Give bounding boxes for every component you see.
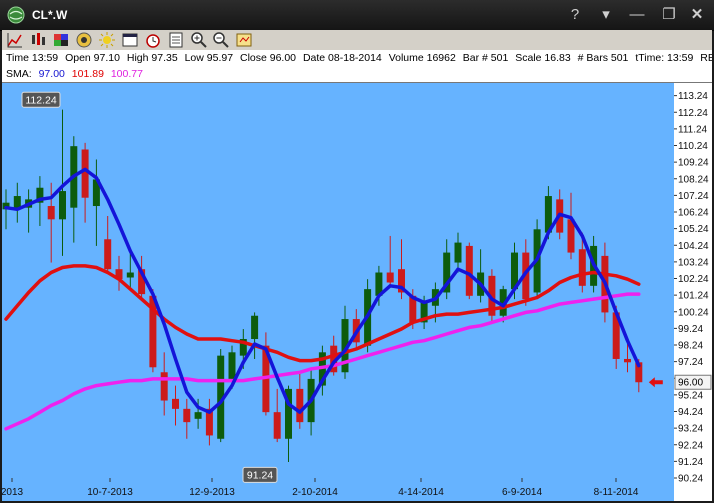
candle-body <box>126 272 134 278</box>
ohlc-info-bar: Time 13:59 Open 97.10 High 97.35 Low 95.… <box>2 50 712 67</box>
x-tick-label: 2013 <box>2 487 24 498</box>
color-palette-icon[interactable] <box>52 31 70 49</box>
low-price-label: 91.24 <box>247 469 273 481</box>
indicator-icon[interactable] <box>29 31 47 49</box>
y-tick-label: 97.24 <box>678 357 703 368</box>
window-icon[interactable] <box>121 31 139 49</box>
scale-readout: Scale 16.83 <box>515 52 571 64</box>
candle-body <box>296 388 304 423</box>
candle-body <box>624 358 631 363</box>
sun-icon[interactable] <box>98 31 116 49</box>
y-tick-label: 107.24 <box>678 191 709 202</box>
x-tick-label: 10-7-2013 <box>87 487 133 498</box>
y-tick-label: 98.24 <box>678 341 703 352</box>
y-tick-label: 91.24 <box>678 457 703 468</box>
candle-body <box>172 398 179 409</box>
sma-legend-bar: SMA: 97.00 101.89 100.77 <box>2 66 712 83</box>
y-tick-label: 104.24 <box>678 241 709 252</box>
y-tick-label: 106.24 <box>678 208 709 219</box>
minimize-button[interactable]: — <box>627 5 647 25</box>
alarm-clock-icon[interactable] <box>144 31 162 49</box>
globe-app-icon <box>7 6 25 24</box>
low-readout: Low 95.97 <box>184 52 234 64</box>
y-tick-label: 99.24 <box>678 324 703 335</box>
y-tick-label: 109.24 <box>678 158 709 169</box>
y-tick-label: 102.24 <box>678 274 709 285</box>
x-tick-label: 4-14-2014 <box>398 487 444 498</box>
sma-slow-value: 100.77 <box>110 68 143 80</box>
candle-body <box>251 315 259 340</box>
y-tick-label: 92.24 <box>678 440 703 451</box>
candle-body <box>273 412 281 439</box>
y-tick-label: 101.24 <box>678 291 709 302</box>
candle-body <box>386 272 394 283</box>
sma-fast-value: 97.00 <box>38 68 65 80</box>
eye-icon[interactable] <box>75 31 93 49</box>
candle-body <box>578 249 586 286</box>
high-price-label: 112.24 <box>25 94 56 106</box>
volume-readout: Volume 16962 <box>388 52 456 64</box>
candle-body <box>104 239 112 270</box>
price-chart[interactable]: 113.24 112.24 111.24 110.24 109.24 108.24 107.… <box>2 83 712 501</box>
y-tick-label: 94.24 <box>678 407 703 418</box>
close-readout: Close 96.00 <box>239 52 297 64</box>
candle-body <box>81 149 89 198</box>
date-readout: Date 08-18-2014 <box>302 52 382 64</box>
pin-button[interactable]: ▾ <box>596 5 616 25</box>
candle-body <box>465 245 473 296</box>
candle-body <box>454 242 462 263</box>
x-tick-label: 12-9-2013 <box>189 487 235 498</box>
y-tick-label: 108.24 <box>678 174 709 185</box>
x-tick-label: 2-10-2014 <box>292 487 338 498</box>
y-tick-label: 100.24 <box>678 307 709 318</box>
chart-icon[interactable] <box>6 31 24 49</box>
plot-area <box>2 83 674 501</box>
candle-body <box>47 206 55 220</box>
restore-button[interactable]: ❐ <box>659 5 679 25</box>
candle-body <box>160 372 168 401</box>
sma-mid-value: 101.89 <box>71 68 104 80</box>
rb-readout: RB: 0 <box>700 52 712 64</box>
title-bar: CL*.W ? ▾ — ❐ ✕ <box>0 0 714 31</box>
candle-body <box>59 191 66 220</box>
bars-count-readout: # Bars 501 <box>577 52 629 64</box>
y-tick-label: 113.24 <box>678 91 708 102</box>
ttime-readout: tTime: 13:59 <box>635 52 694 64</box>
zoom-out-icon[interactable] <box>212 31 230 49</box>
y-tick-label: 111.24 <box>678 124 708 135</box>
y-tick-label: 93.24 <box>678 424 703 435</box>
bar-number-readout: Bar # 501 <box>462 52 509 64</box>
y-tick-label: 90.24 <box>678 474 703 485</box>
open-readout: Open 97.10 <box>65 52 120 64</box>
y-tick-label: 112.24 <box>678 108 708 119</box>
y-tick-label: 105.24 <box>678 224 709 235</box>
zoom-in-icon[interactable] <box>190 31 208 49</box>
toolbar <box>2 30 712 51</box>
high-readout: High 97.35 <box>126 52 178 64</box>
close-button[interactable]: ✕ <box>687 5 707 25</box>
x-tick-label: 6-9-2014 <box>502 487 542 498</box>
y-tick-label: 95.24 <box>678 390 703 401</box>
properties-icon[interactable] <box>235 31 253 49</box>
help-button[interactable]: ? <box>565 5 585 25</box>
sma-label: SMA: <box>6 68 32 80</box>
last-price-label: 96.00 <box>678 378 703 389</box>
time-readout: Time 13:59 <box>6 52 59 64</box>
y-tick-label: 103.24 <box>678 257 709 268</box>
x-tick-label: 8-11-2014 <box>594 487 639 498</box>
data-sheet-icon[interactable] <box>167 31 185 49</box>
y-tick-label: 110.24 <box>678 141 708 152</box>
candle-body <box>194 412 202 419</box>
window-title: CL*.W <box>32 8 68 22</box>
candle-body <box>183 408 191 423</box>
candle-body <box>228 352 236 379</box>
